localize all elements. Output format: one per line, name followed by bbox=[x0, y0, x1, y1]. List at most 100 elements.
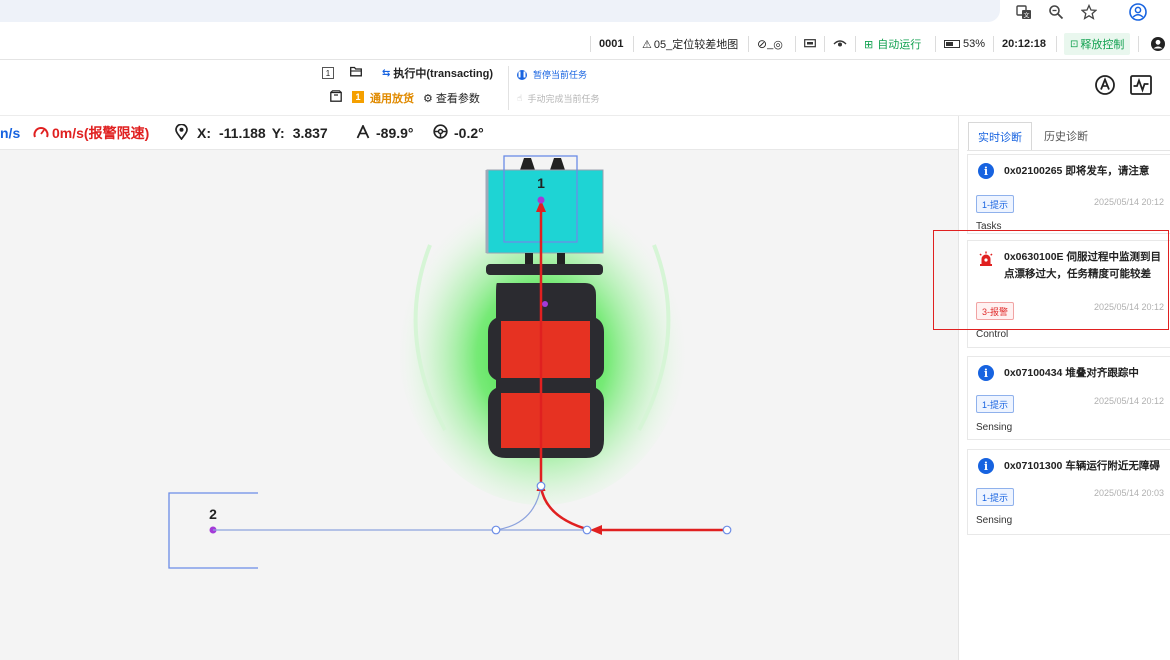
activity-chart-icon[interactable] bbox=[1128, 72, 1154, 98]
divider bbox=[824, 36, 825, 52]
target-2-label: 2 bbox=[209, 506, 217, 522]
mast-left bbox=[525, 253, 533, 264]
folder-icon bbox=[350, 66, 362, 77]
manual-complete-button[interactable]: ☝ 手动完成当前任务 bbox=[517, 92, 600, 105]
target-1-point bbox=[537, 196, 545, 204]
release-control-button[interactable]: ⊡ 释放控制 bbox=[1064, 33, 1131, 55]
task-index: 1 bbox=[322, 67, 334, 79]
diagnostic-card[interactable]: i 0x07100434 堆叠对齐跟踪中 1-提示 2025/05/14 20:… bbox=[967, 356, 1170, 440]
map-view[interactable]: 2 1 bbox=[0, 150, 958, 660]
diagnostics-panel: 实时诊断 历史诊断 i 0x02100265 即将发车，请注意 1-提示 202… bbox=[933, 116, 1170, 660]
user-avatar-icon[interactable] bbox=[1150, 28, 1166, 60]
diagnostic-time: 2025/05/14 20:12 bbox=[1094, 197, 1165, 207]
diagnostic-category: Control bbox=[976, 329, 1009, 340]
divider bbox=[993, 36, 994, 52]
severity-tag: 1-提示 bbox=[976, 488, 1015, 506]
path-node[interactable] bbox=[722, 525, 732, 535]
divider bbox=[1056, 36, 1057, 52]
path-node[interactable] bbox=[582, 525, 592, 535]
run-mode[interactable]: ⊞ 自动运行 bbox=[864, 28, 921, 60]
alarm-speed: 0m/s(报警限速) bbox=[33, 116, 149, 150]
y-value: 3.837 bbox=[292, 125, 328, 141]
zoom-icon[interactable] bbox=[1046, 2, 1066, 22]
locate-icon: ⊘ bbox=[757, 37, 768, 51]
diagnostic-card[interactable]: i 0x02100265 即将发车，请注意 1-提示 2025/05/14 20… bbox=[967, 154, 1170, 234]
svg-text:文: 文 bbox=[1023, 12, 1029, 20]
site-selector[interactable]: ⊘ _ ◎ bbox=[757, 28, 783, 60]
divider bbox=[633, 36, 634, 52]
x-label: X: bbox=[197, 125, 211, 141]
speed-readout: n/s bbox=[0, 125, 21, 141]
heading-value: -89.9° bbox=[376, 125, 414, 141]
route-arrow bbox=[590, 525, 602, 535]
map-selector[interactable]: ⚠ 05_定位较差地图 bbox=[642, 28, 738, 60]
tab-realtime-diagnostics[interactable]: 实时诊断 bbox=[968, 122, 1032, 150]
address-bar[interactable] bbox=[0, 0, 1000, 22]
vehicle-panel-front bbox=[501, 321, 590, 378]
mast-right bbox=[557, 253, 565, 264]
divider bbox=[1138, 36, 1139, 52]
heading-readout: -89.9° bbox=[356, 116, 414, 150]
vehicle-status-bar: 0001 ⚠ 05_定位较差地图 ⊘ _ ◎ ⊞ 自动运行 53% 20:12:… bbox=[0, 28, 1170, 60]
diagnostic-time: 2025/05/14 20:12 bbox=[1094, 396, 1165, 406]
battery-status: 53% bbox=[944, 28, 985, 60]
steering-wheel-icon bbox=[433, 124, 448, 142]
divider bbox=[508, 66, 509, 110]
gear-icon: ⚙ bbox=[423, 92, 433, 105]
fork-carriage bbox=[486, 264, 603, 275]
translate-icon[interactable]: 文 bbox=[1014, 2, 1034, 22]
alarm-speed-label: 0m/s(报警限速) bbox=[52, 125, 150, 141]
step-index: 1 bbox=[352, 91, 364, 103]
steering-readout: -0.2° bbox=[433, 116, 484, 150]
auto-mode-toggle-icon[interactable] bbox=[1092, 72, 1118, 98]
fork-left bbox=[520, 158, 535, 170]
severity-tag: 1-提示 bbox=[976, 395, 1015, 413]
diagnostic-category: Sensing bbox=[976, 515, 1013, 526]
cargo-box-icon bbox=[330, 90, 342, 102]
monitor-icon[interactable] bbox=[804, 28, 816, 60]
diagnostic-category: Sensing bbox=[976, 422, 1013, 433]
tab-history-diagnostics[interactable]: 历史诊断 bbox=[1035, 122, 1097, 150]
diagnostic-message: 0x02100265 即将发车，请注意 bbox=[1004, 165, 1150, 177]
view-params-button[interactable]: ⚙ 查看参数 bbox=[423, 90, 480, 106]
diagnostic-message: 0x07101300 车辆运行附近无障碍 bbox=[1004, 460, 1160, 472]
divider bbox=[590, 36, 591, 52]
pin-icon: ◎ bbox=[773, 38, 783, 51]
action-label: 通用放货 bbox=[370, 93, 414, 105]
path-node[interactable] bbox=[491, 525, 501, 535]
task-toolbar: 1 ⇆ 执行中(transacting) ❚❚ 暂停当前任务 1 通用放货 ⚙ … bbox=[0, 60, 1170, 116]
telemetry-bar: n/s 0m/s(报警限速) X: -11.188 Y: 3.837 -89.9… bbox=[0, 116, 958, 150]
diagnostic-card[interactable]: i 0x07101300 车辆运行附近无障碍 1-提示 2025/05/14 2… bbox=[967, 449, 1170, 535]
path-node[interactable] bbox=[536, 481, 546, 491]
y-label: Y: bbox=[271, 125, 285, 141]
battery-level: 53% bbox=[963, 38, 986, 50]
view-params-label: 查看参数 bbox=[435, 93, 480, 105]
info-icon: i bbox=[978, 163, 994, 179]
visibility-icon[interactable] bbox=[833, 28, 847, 60]
auto-mode-icon: ⊞ bbox=[864, 38, 874, 51]
vehicle-panel-rear bbox=[501, 393, 590, 448]
vehicle-center-point bbox=[542, 301, 548, 307]
manual-complete-label: 手动完成当前任务 bbox=[527, 94, 600, 104]
divider bbox=[935, 36, 936, 52]
clock: 20:12:18 bbox=[1002, 38, 1047, 50]
run-mode-label: 自动运行 bbox=[877, 39, 922, 51]
release-control-label: 释放控制 bbox=[1080, 39, 1125, 51]
profile-icon[interactable] bbox=[1128, 2, 1148, 22]
fork-right bbox=[550, 158, 565, 170]
bookmark-star-icon[interactable] bbox=[1079, 2, 1099, 22]
pause-task-label: 暂停当前任务 bbox=[533, 70, 588, 80]
transacting-icon: ⇆ bbox=[382, 67, 391, 79]
pause-task-button[interactable]: ❚❚ 暂停当前任务 bbox=[517, 68, 587, 81]
info-icon: i bbox=[978, 365, 994, 381]
pause-icon: ❚❚ bbox=[517, 69, 527, 80]
divider bbox=[795, 36, 796, 52]
severity-tag: 1-提示 bbox=[976, 195, 1015, 213]
diagnostic-time: 2025/05/14 20:03 bbox=[1094, 488, 1165, 498]
lock-icon: ⊡ bbox=[1070, 38, 1079, 50]
map-icon: ⚠ bbox=[642, 38, 652, 51]
hand-icon: ☝ bbox=[517, 93, 523, 103]
battery-icon bbox=[944, 40, 960, 48]
target-1-label: 1 bbox=[537, 175, 545, 191]
tab-underline bbox=[967, 150, 1170, 151]
